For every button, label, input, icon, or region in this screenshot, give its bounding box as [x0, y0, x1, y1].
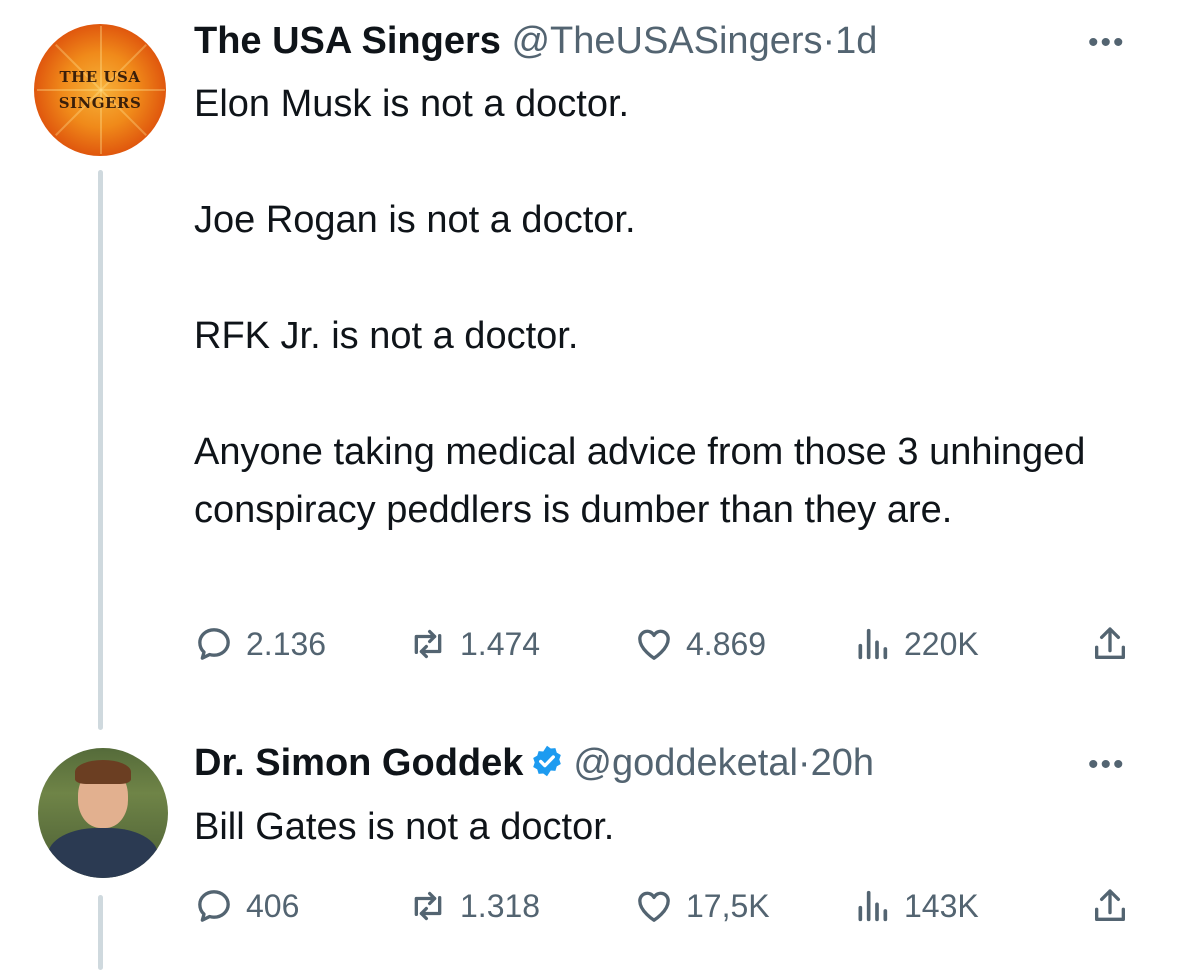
more-icon[interactable]: ••• — [1088, 748, 1126, 782]
reply-button[interactable]: 406 — [194, 884, 299, 928]
share-button[interactable] — [1090, 622, 1142, 666]
views-count: 220K — [904, 625, 979, 662]
repost-icon — [414, 891, 442, 921]
reply-count: 406 — [246, 887, 300, 924]
views-count: 143K — [904, 887, 979, 924]
timestamp[interactable]: 1d — [835, 20, 877, 62]
like-icon — [638, 891, 670, 922]
like-count: 17,5K — [686, 887, 770, 924]
tweet-actions: 2.136 1.474 4.869 220K — [194, 622, 1144, 666]
share-icon — [1095, 627, 1125, 659]
tweet-paragraph: Elon Musk is not a doctor. — [194, 83, 630, 125]
like-icon — [638, 629, 670, 660]
thread-line — [98, 895, 103, 970]
tweet-header: The USA Singers @TheUSASingers·1d — [194, 20, 877, 63]
timestamp[interactable]: 20h — [811, 742, 874, 784]
author-name[interactable]: Dr. Simon Goddek — [194, 742, 523, 784]
repost-count: 1.318 — [460, 887, 541, 924]
like-button[interactable]: 17,5K — [634, 884, 770, 928]
reply-icon — [198, 890, 230, 922]
like-count: 4.869 — [686, 625, 767, 662]
share-button[interactable] — [1090, 884, 1142, 928]
like-button[interactable]: 4.869 — [634, 622, 766, 666]
repost-button[interactable]: 1.318 — [408, 884, 540, 928]
reply-icon — [198, 628, 230, 660]
repost-button[interactable]: 1.474 — [408, 622, 540, 666]
views-icon — [858, 628, 888, 660]
tweet-paragraph: RFK Jr. is not a doctor. — [194, 315, 579, 357]
tweet-header: Dr. Simon Goddek @goddeketal·20h — [194, 742, 874, 789]
share-icon — [1095, 889, 1125, 921]
avatar[interactable]: THE USA SINGERS — [34, 24, 166, 156]
views-icon — [858, 890, 888, 922]
thread-line — [98, 170, 103, 730]
repost-icon — [414, 629, 442, 659]
tweet-paragraph: Bill Gates is not a doctor. — [194, 806, 615, 848]
tweet-paragraph: Anyone taking medical advice from those … — [194, 431, 1086, 531]
verified-badge-icon — [529, 743, 565, 789]
separator: · — [822, 20, 836, 62]
more-icon[interactable]: ••• — [1088, 26, 1126, 60]
tweet-text: Elon Musk is not a doctor. Joe Rogan is … — [194, 75, 1134, 539]
tweet-paragraph: Joe Rogan is not a doctor. — [194, 199, 636, 241]
author-handle[interactable]: @TheUSASingers — [511, 20, 822, 62]
tweet-text: Bill Gates is not a doctor. — [194, 798, 1134, 856]
separator: · — [797, 742, 811, 784]
author-handle[interactable]: @goddeketal — [573, 742, 798, 784]
repost-count: 1.474 — [460, 625, 541, 662]
reply-count: 2.136 — [246, 625, 327, 662]
author-name[interactable]: The USA Singers — [194, 20, 501, 62]
avatar[interactable] — [38, 748, 168, 878]
tweet-actions: 406 1.318 17,5K 143K — [194, 884, 1144, 928]
reply-button[interactable]: 2.136 — [194, 622, 326, 666]
views-button[interactable]: 143K — [852, 884, 979, 928]
avatar-logo-text-line-1: THE USA — [59, 68, 141, 86]
avatar-logo-text-line-2: SINGERS — [58, 94, 142, 112]
views-button[interactable]: 220K — [852, 622, 979, 666]
